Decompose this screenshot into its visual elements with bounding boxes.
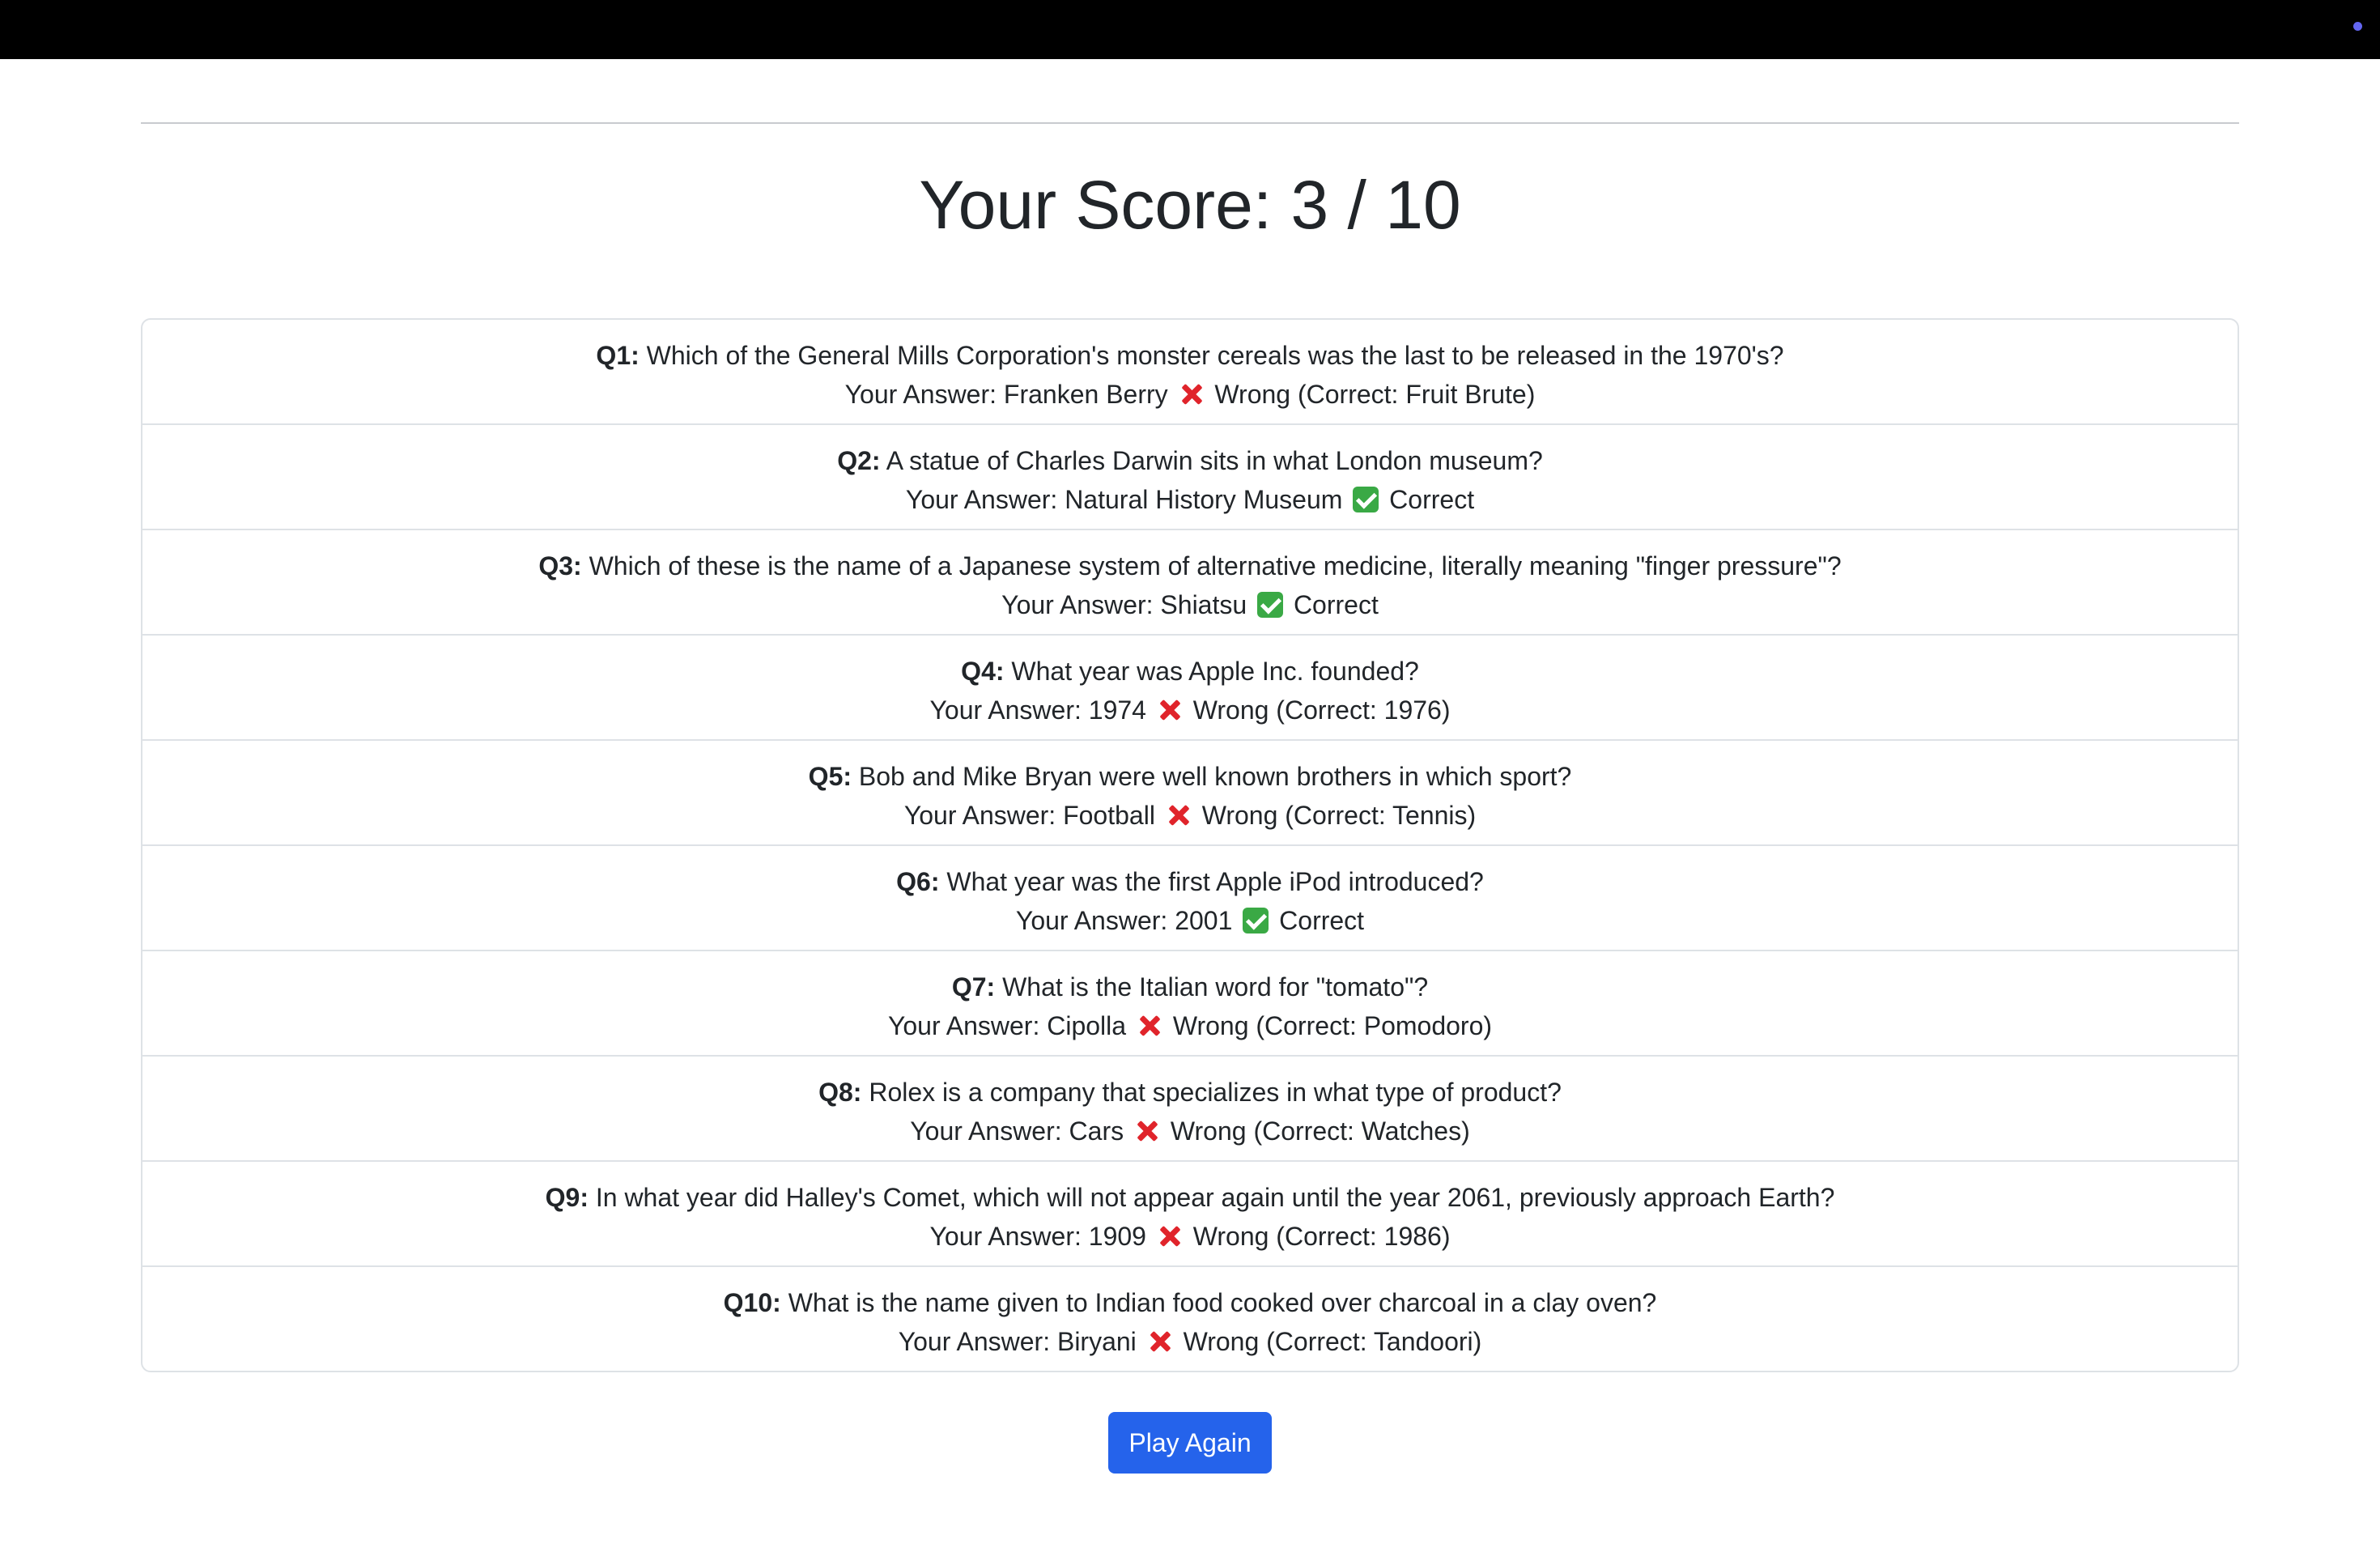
user-answer: Franken Berry — [1003, 380, 1168, 409]
cross-mark-icon — [1157, 1223, 1183, 1249]
question-line: Q3: Which of these is the name of a Japa… — [142, 546, 2238, 585]
user-answer: Cipolla — [1047, 1011, 1127, 1040]
cross-mark-icon — [1134, 1118, 1160, 1144]
result-item: Q9: In what year did Halley's Comet, whi… — [142, 1162, 2238, 1267]
question-number: Q8: — [818, 1078, 862, 1107]
question-text: Bob and Mike Bryan were well known broth… — [858, 762, 1572, 791]
divider — [141, 122, 2239, 124]
cross-mark-icon — [1137, 1013, 1162, 1039]
answer-line: Your Answer: Cipolla Wrong (Correct: Pom… — [142, 1006, 2238, 1045]
answer-status: Wrong (Correct: Tandoori) — [1183, 1327, 1482, 1356]
cross-mark-icon — [1157, 697, 1183, 723]
answer-prefix: Your Answer: — [844, 380, 1004, 409]
question-number: Q3: — [538, 551, 582, 580]
question-line: Q6: What year was the first Apple iPod i… — [142, 862, 2238, 901]
question-line: Q9: In what year did Halley's Comet, whi… — [142, 1178, 2238, 1217]
answer-prefix: Your Answer: — [1015, 906, 1175, 935]
answer-line: Your Answer: 1974 Wrong (Correct: 1976) — [142, 691, 2238, 729]
question-text: In what year did Halley's Comet, which w… — [595, 1183, 1835, 1212]
question-line: Q1: Which of the General Mills Corporati… — [142, 336, 2238, 375]
question-line: Q4: What year was Apple Inc. founded? — [142, 652, 2238, 691]
answer-line: Your Answer: Franken Berry Wrong (Correc… — [142, 375, 2238, 414]
user-answer: Shiatsu — [1160, 590, 1247, 619]
answer-prefix: Your Answer: — [910, 1116, 1069, 1146]
top-bar — [0, 0, 2380, 59]
user-answer: Biryani — [1056, 1327, 1137, 1356]
cross-mark-icon — [1147, 1329, 1173, 1354]
user-answer: Cars — [1069, 1116, 1124, 1146]
answer-status: Wrong (Correct: Pomodoro) — [1172, 1011, 1493, 1040]
result-item: Q5: Bob and Mike Bryan were well known b… — [142, 741, 2238, 846]
result-item: Q7: What is the Italian word for "tomato… — [142, 951, 2238, 1057]
question-line: Q5: Bob and Mike Bryan were well known b… — [142, 757, 2238, 796]
cross-mark-icon — [1166, 802, 1192, 828]
question-number: Q7: — [951, 972, 996, 1002]
question-text: A statue of Charles Darwin sits in what … — [886, 446, 1543, 475]
play-again-button[interactable]: Play Again — [1108, 1412, 1272, 1474]
user-answer: Natural History Museum — [1065, 485, 1343, 514]
result-item: Q1: Which of the General Mills Corporati… — [142, 320, 2238, 425]
answer-line: Your Answer: 2001 Correct — [142, 901, 2238, 940]
question-number: Q1: — [596, 341, 640, 370]
score-title: Your Score: 3 / 10 — [919, 167, 1461, 243]
question-number: Q9: — [545, 1183, 589, 1212]
question-number: Q2: — [837, 446, 881, 475]
result-item: Q3: Which of these is the name of a Japa… — [142, 530, 2238, 636]
question-number: Q6: — [896, 867, 940, 896]
question-line: Q2: A statue of Charles Darwin sits in w… — [142, 441, 2238, 480]
result-item: Q8: Rolex is a company that specializes … — [142, 1057, 2238, 1162]
answer-line: Your Answer: 1909 Wrong (Correct: 1986) — [142, 1217, 2238, 1256]
answer-status: Wrong (Correct: Watches) — [1170, 1116, 1470, 1146]
answer-prefix: Your Answer: — [903, 801, 1064, 830]
result-item: Q10: What is the name given to Indian fo… — [142, 1267, 2238, 1371]
answer-prefix: Your Answer: — [929, 1222, 1089, 1251]
answer-prefix: Your Answer: — [929, 695, 1089, 725]
answer-prefix: Your Answer: — [1001, 590, 1161, 619]
user-answer: 1909 — [1088, 1222, 1146, 1251]
status-dot-icon — [2353, 22, 2362, 31]
answer-line: Your Answer: Shiatsu Correct — [142, 585, 2238, 624]
answer-prefix: Your Answer: — [905, 485, 1065, 514]
answer-status: Wrong (Correct: Tennis) — [1201, 801, 1477, 830]
question-text: Which of these is the name of a Japanese… — [589, 551, 1842, 580]
answer-line: Your Answer: Football Wrong (Correct: Te… — [142, 796, 2238, 835]
answer-status: Correct — [1293, 590, 1379, 619]
question-text: Rolex is a company that specializes in w… — [869, 1078, 1562, 1107]
answer-status: Wrong (Correct: Fruit Brute) — [1214, 380, 1536, 409]
user-answer: 1974 — [1088, 695, 1146, 725]
answer-status: Correct — [1389, 485, 1475, 514]
question-text: What year was Apple Inc. founded? — [1011, 657, 1419, 686]
check-mark-icon — [1257, 592, 1284, 618]
user-answer: Football — [1063, 801, 1155, 830]
answer-line: Your Answer: Biryani Wrong (Correct: Tan… — [142, 1322, 2238, 1361]
answer-line: Your Answer: Cars Wrong (Correct: Watche… — [142, 1112, 2238, 1150]
answer-line: Your Answer: Natural History Museum Corr… — [142, 480, 2238, 519]
cross-mark-icon — [1179, 381, 1205, 407]
question-number: Q4: — [961, 657, 1005, 686]
question-line: Q8: Rolex is a company that specializes … — [142, 1073, 2238, 1112]
result-item: Q6: What year was the first Apple iPod i… — [142, 846, 2238, 951]
result-item: Q2: A statue of Charles Darwin sits in w… — [142, 425, 2238, 530]
result-item: Q4: What year was Apple Inc. founded? Yo… — [142, 636, 2238, 741]
check-mark-icon — [1353, 487, 1379, 512]
question-text: What year was the first Apple iPod intro… — [946, 867, 1484, 896]
question-number: Q5: — [808, 762, 852, 791]
answer-status: Wrong (Correct: 1976) — [1192, 695, 1451, 725]
user-answer: 2001 — [1175, 906, 1233, 935]
answer-status: Wrong (Correct: 1986) — [1192, 1222, 1451, 1251]
check-mark-icon — [1243, 908, 1269, 933]
question-line: Q7: What is the Italian word for "tomato… — [142, 968, 2238, 1006]
answer-prefix: Your Answer: — [887, 1011, 1048, 1040]
question-number: Q10: — [723, 1288, 781, 1317]
results-list: Q1: Which of the General Mills Corporati… — [141, 318, 2239, 1372]
question-text: What is the Italian word for "tomato"? — [1002, 972, 1429, 1002]
question-text: What is the name given to Indian food co… — [788, 1288, 1657, 1317]
question-text: Which of the General Mills Corporation's… — [646, 341, 1784, 370]
answer-prefix: Your Answer: — [898, 1327, 1057, 1356]
answer-status: Correct — [1279, 906, 1365, 935]
question-line: Q10: What is the name given to Indian fo… — [142, 1283, 2238, 1322]
